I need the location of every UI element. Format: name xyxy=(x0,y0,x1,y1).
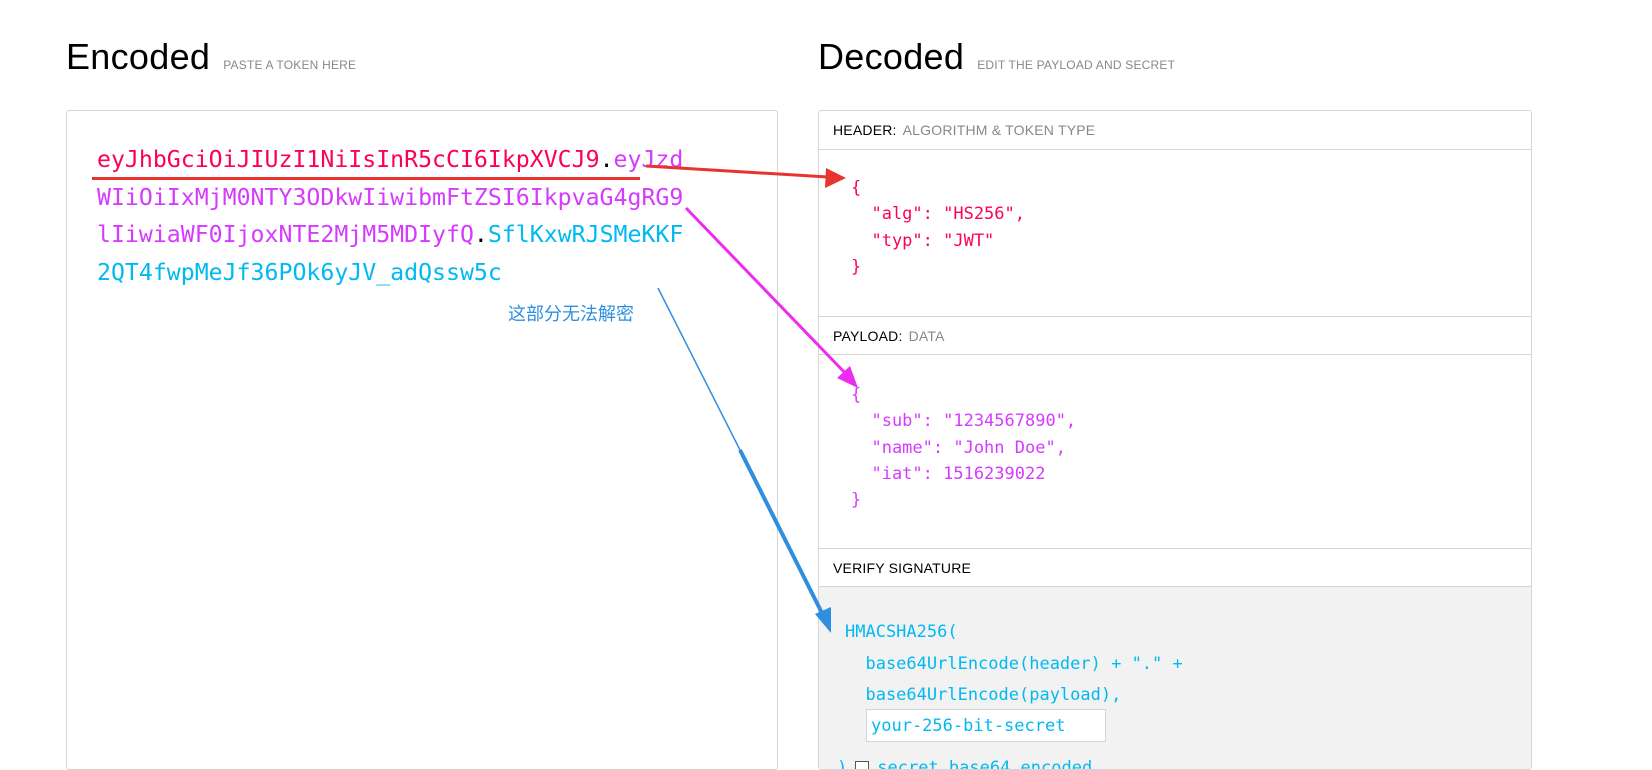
signature-code: HMACSHA256( base64UrlEncode(header) + ".… xyxy=(845,622,1183,705)
encoded-token-editor[interactable]: eyJhbGciOiJIUzI1NiIsInR5cCI6IkpXVCJ9.eyJ… xyxy=(66,110,778,770)
secret-input[interactable] xyxy=(866,709,1106,742)
payload-section-head: PAYLOAD: DATA xyxy=(819,316,1531,355)
token-dot: . xyxy=(473,221,488,248)
signature-tail-line: ) secret base64 encoded xyxy=(837,758,1093,770)
token-text[interactable]: eyJhbGciOiJIUzI1NiIsInR5cCI6IkpXVCJ9.eyJ… xyxy=(97,141,697,291)
signature-section-head: VERIFY SIGNATURE xyxy=(819,548,1531,587)
signature-body: HMACSHA256( base64UrlEncode(header) + ".… xyxy=(819,587,1531,769)
header-section-label: HEADER: xyxy=(833,122,897,138)
close-paren: ) xyxy=(837,758,848,770)
decoded-title: Decoded xyxy=(818,36,965,77)
decoded-subtitle: EDIT THE PAYLOAD AND SECRET xyxy=(977,58,1176,72)
encoded-title-group: Encoded PASTE A TOKEN HERE xyxy=(66,36,356,78)
token-dot: . xyxy=(599,146,614,173)
encoded-title: Encoded xyxy=(66,36,211,77)
signature-section-label: VERIFY SIGNATURE xyxy=(833,559,972,576)
header-section-head: HEADER: ALGORITHM & TOKEN TYPE xyxy=(819,111,1531,150)
encoded-subtitle: PASTE A TOKEN HERE xyxy=(223,58,357,72)
base64-checkbox-label: secret base64 encoded xyxy=(877,758,1093,770)
token-header-part: eyJhbGciOiJIUzI1NiIsInR5cCI6IkpXVCJ9 xyxy=(97,146,600,173)
payload-json-editor[interactable]: { "sub": "1234567890", "name": "John Doe… xyxy=(851,382,1076,513)
annotation-cannot-decrypt: 这部分无法解密 xyxy=(508,304,634,325)
payload-section-hint: DATA xyxy=(908,327,945,344)
header-section-hint: ALGORITHM & TOKEN TYPE xyxy=(902,122,1096,138)
decoded-title-group: Decoded EDIT THE PAYLOAD AND SECRET xyxy=(818,36,1175,78)
header-underline-annotation xyxy=(92,177,640,180)
payload-section-label: PAYLOAD: xyxy=(833,327,903,344)
decoded-panel: HEADER: ALGORITHM & TOKEN TYPE { "alg": … xyxy=(818,110,1532,770)
base64-checkbox[interactable] xyxy=(855,761,870,769)
header-json-editor[interactable]: { "alg": "HS256", "typ": "JWT" } xyxy=(851,175,1025,280)
